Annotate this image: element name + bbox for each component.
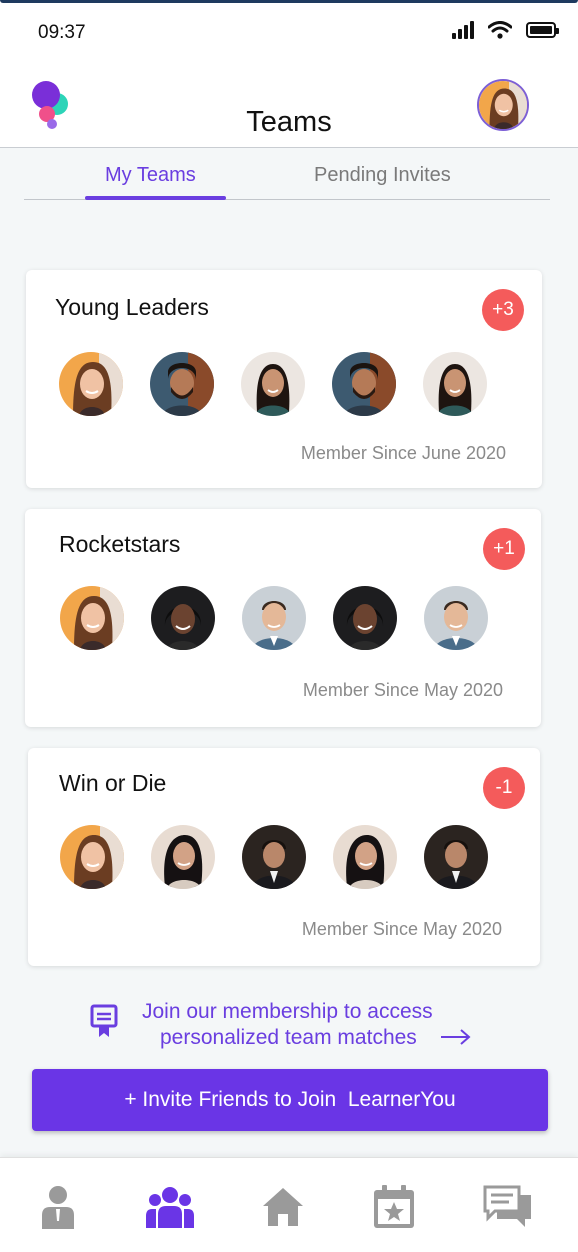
top-edge: [0, 0, 578, 3]
team-card[interactable]: Win or Die -1 Member Since May 2020: [28, 748, 540, 966]
avatar[interactable]: [242, 825, 306, 889]
avatar[interactable]: [332, 352, 396, 416]
member-avatars: [60, 586, 515, 650]
team-card[interactable]: Young Leaders +3 Member Since June 2020: [26, 270, 542, 488]
team-icon: [146, 1187, 194, 1228]
avatar[interactable]: [60, 825, 124, 889]
bottom-nav: [0, 1157, 578, 1252]
calendar-star-icon: [374, 1185, 414, 1228]
member-since: Member Since May 2020: [301, 919, 502, 939]
signal-icon: [452, 21, 474, 39]
promo-text-line2: personalized team matches: [160, 1026, 417, 1049]
app-header: 09:37 Teams: [0, 0, 578, 148]
avatar[interactable]: [150, 352, 214, 416]
nav-messages[interactable]: [480, 1182, 536, 1232]
avatar[interactable]: [333, 825, 397, 889]
avatar[interactable]: [242, 586, 306, 650]
avatar[interactable]: [424, 825, 488, 889]
member-change-badge: +1: [483, 528, 525, 570]
membership-promo-link[interactable]: Join our membership to access personaliz…: [90, 998, 490, 1054]
invite-friends-button[interactable]: + Invite Friends to Join LearnerYou: [32, 1069, 548, 1131]
home-icon: [263, 1188, 303, 1226]
avatar[interactable]: [423, 352, 487, 416]
avatar[interactable]: [333, 586, 397, 650]
chat-icon: [483, 1185, 531, 1227]
promo-text-line1: Join our membership to access: [142, 1000, 433, 1023]
nav-events[interactable]: [366, 1182, 422, 1232]
battery-icon: [526, 22, 559, 38]
status-time: 09:37: [38, 22, 86, 43]
membership-icon: [90, 1004, 118, 1037]
nav-teams[interactable]: [142, 1182, 198, 1232]
member-avatars: [60, 825, 515, 889]
avatar[interactable]: [59, 352, 123, 416]
avatar[interactable]: [241, 352, 305, 416]
arrow-right-icon: [441, 1029, 471, 1045]
active-tab-indicator: [85, 196, 226, 200]
team-card[interactable]: Rocketstars +1 Member Since May 2020: [25, 509, 541, 727]
avatar[interactable]: [424, 586, 488, 650]
member-since: Member Since June 2020: [300, 443, 506, 463]
tab-pending-invites[interactable]: Pending Invites: [314, 164, 451, 187]
tab-my-teams[interactable]: My Teams: [105, 164, 196, 187]
wifi-icon: [488, 21, 512, 39]
tab-bar: My Teams Pending Invites: [24, 150, 550, 200]
team-name: Win or Die: [59, 770, 167, 796]
member-avatars: [59, 352, 514, 416]
nav-home[interactable]: [255, 1182, 311, 1232]
avatar[interactable]: [151, 825, 215, 889]
member-change-badge: -1: [483, 767, 525, 809]
avatar[interactable]: [151, 586, 215, 650]
team-name: Young Leaders: [55, 294, 209, 320]
avatar[interactable]: [60, 586, 124, 650]
person-icon: [42, 1186, 74, 1229]
nav-profile[interactable]: [30, 1182, 86, 1232]
member-since: Member Since May 2020: [302, 680, 503, 700]
status-icons: [452, 21, 559, 39]
team-name: Rocketstars: [59, 531, 181, 557]
member-change-badge: +3: [482, 289, 524, 331]
profile-avatar[interactable]: [477, 79, 529, 131]
